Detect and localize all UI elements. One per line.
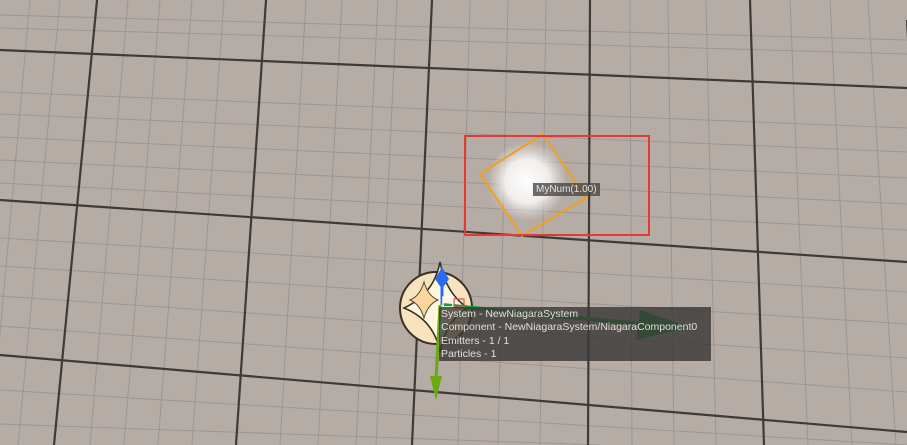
level-viewport[interactable]: MyNum(1.00) System - NewNiagaraSystem Co…: [0, 0, 907, 445]
particle-attribute-label: MyNum(1.00): [533, 183, 600, 196]
floor-grid: [0, 0, 907, 445]
stats-particles: Particles - 1: [441, 348, 497, 361]
stats-emitters: Emitters - 1 / 1: [441, 334, 510, 347]
system-stats-overlay: System - NewNiagaraSystem Component - Ne…: [439, 307, 711, 361]
stats-system: System - NewNiagaraSystem: [441, 308, 579, 320]
stats-component: Component - NewNiagaraSystem/NiagaraComp…: [441, 321, 698, 334]
